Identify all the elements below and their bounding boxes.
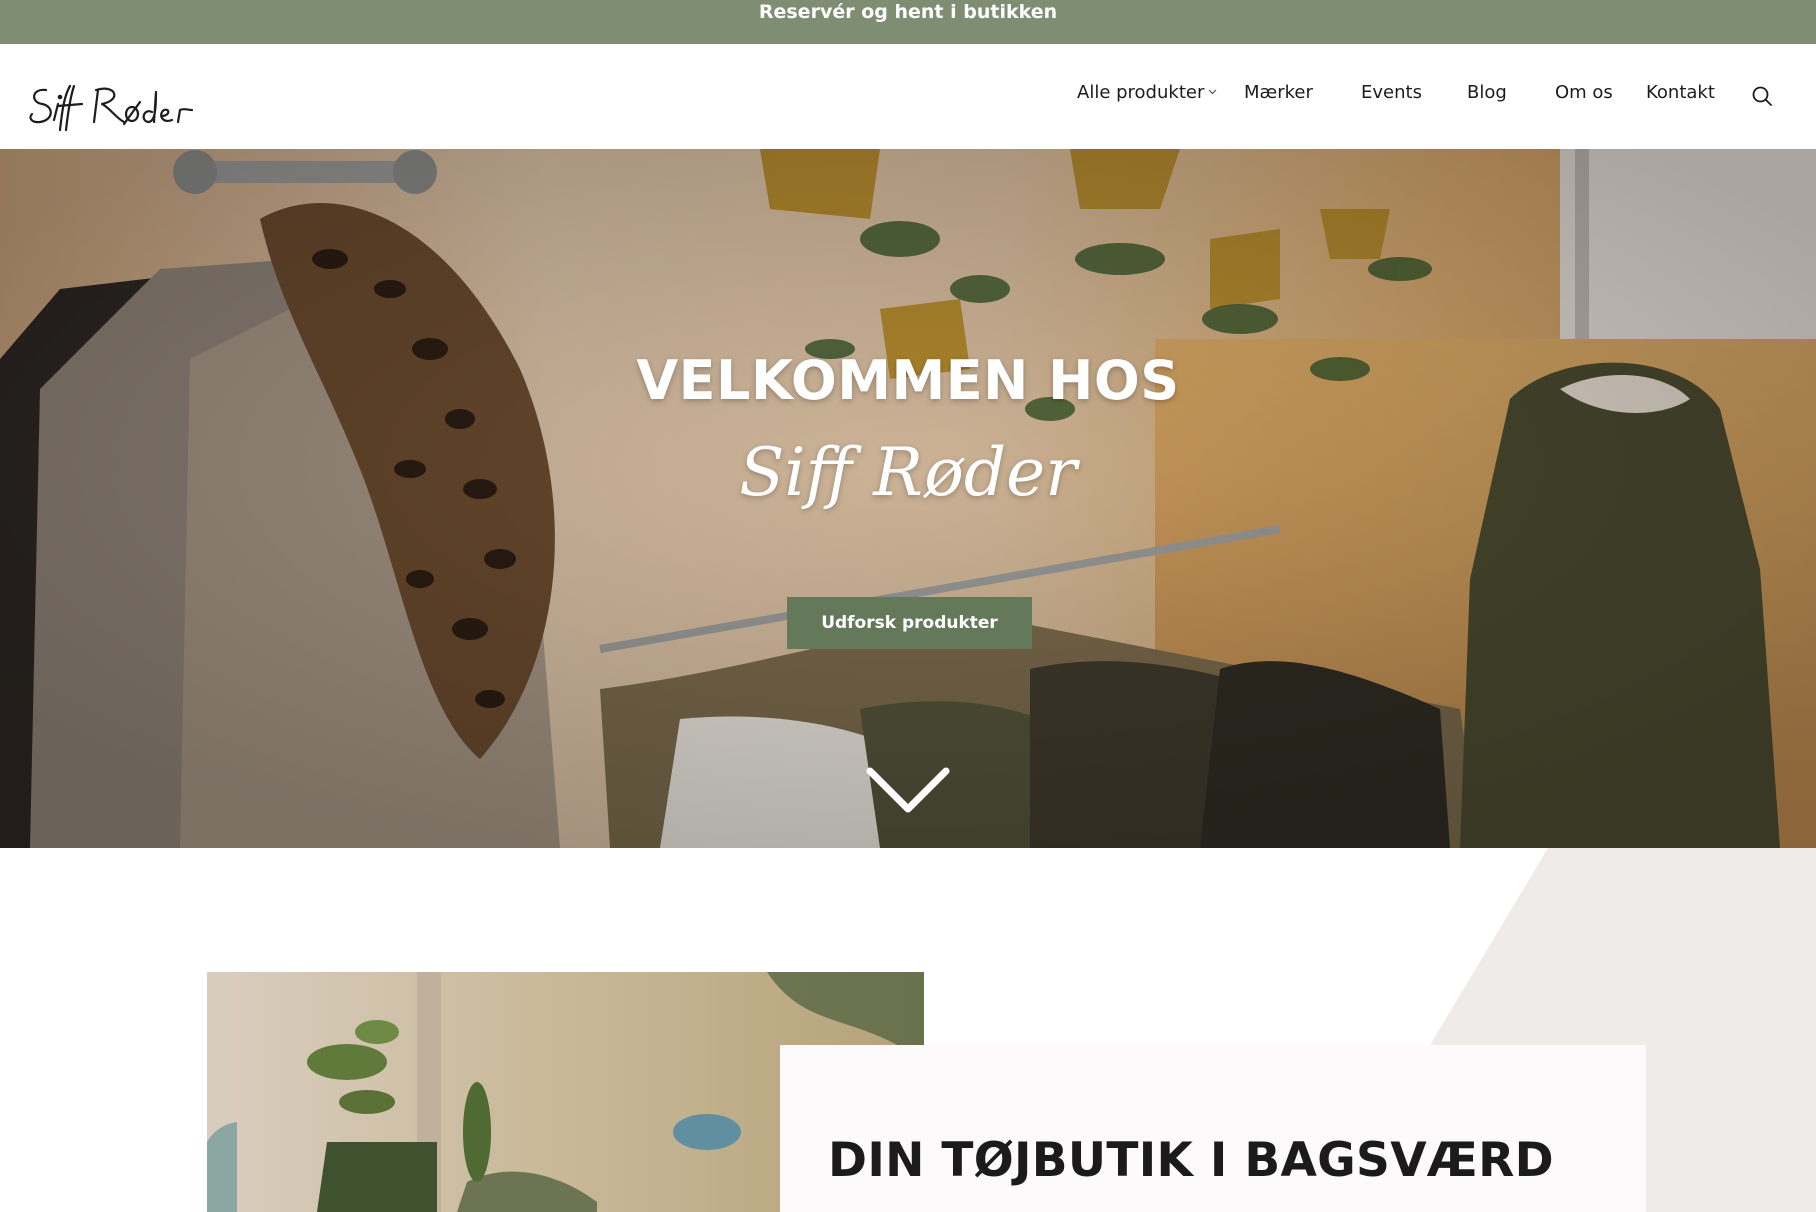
nav-item-label: Events	[1361, 82, 1422, 103]
nav-item-label: Mærker	[1244, 82, 1313, 103]
nav-item-alle-produkter[interactable]: Alle produkter	[1077, 82, 1217, 103]
nav-item-label: Blog	[1467, 82, 1507, 103]
intro-section: DIN TØJBUTIK I BAGSVÆRD	[0, 848, 1816, 1212]
intro-card: DIN TØJBUTIK I BAGSVÆRD	[780, 1045, 1646, 1212]
search-icon[interactable]	[1750, 84, 1774, 108]
hero-script-logo: Siff Røder	[739, 434, 1077, 511]
nav-item-blog[interactable]: Blog	[1467, 82, 1507, 103]
nav-item-om-os[interactable]: Om os	[1555, 82, 1613, 103]
hero-title: VELKOMMEN HOS	[636, 349, 1180, 412]
site-header: Alle produkter Mærker Events Blog Om os …	[0, 44, 1816, 149]
nav-item-label: Alle produkter	[1077, 82, 1205, 103]
nav-item-label: Kontakt	[1646, 82, 1715, 103]
explore-products-button[interactable]: Udforsk produkter	[787, 597, 1032, 649]
logo[interactable]	[24, 72, 204, 136]
announcement-text: Reservér og hent i butikken	[758, 1, 1058, 23]
hero-banner: VELKOMMEN HOS Siff Røder Udforsk produkt…	[0, 149, 1816, 848]
nav-item-label: Om os	[1555, 82, 1613, 103]
nav-item-maerker[interactable]: Mærker	[1244, 82, 1313, 103]
nav-item-kontakt[interactable]: Kontakt	[1646, 82, 1715, 103]
intro-title: DIN TØJBUTIK I BAGSVÆRD	[828, 1133, 1554, 1188]
announcement-bar: Reservér og hent i butikken	[0, 0, 1816, 44]
chevron-down-icon	[1208, 80, 1217, 95]
chevron-down-icon[interactable]	[866, 765, 950, 817]
nav-item-events[interactable]: Events	[1361, 82, 1422, 103]
